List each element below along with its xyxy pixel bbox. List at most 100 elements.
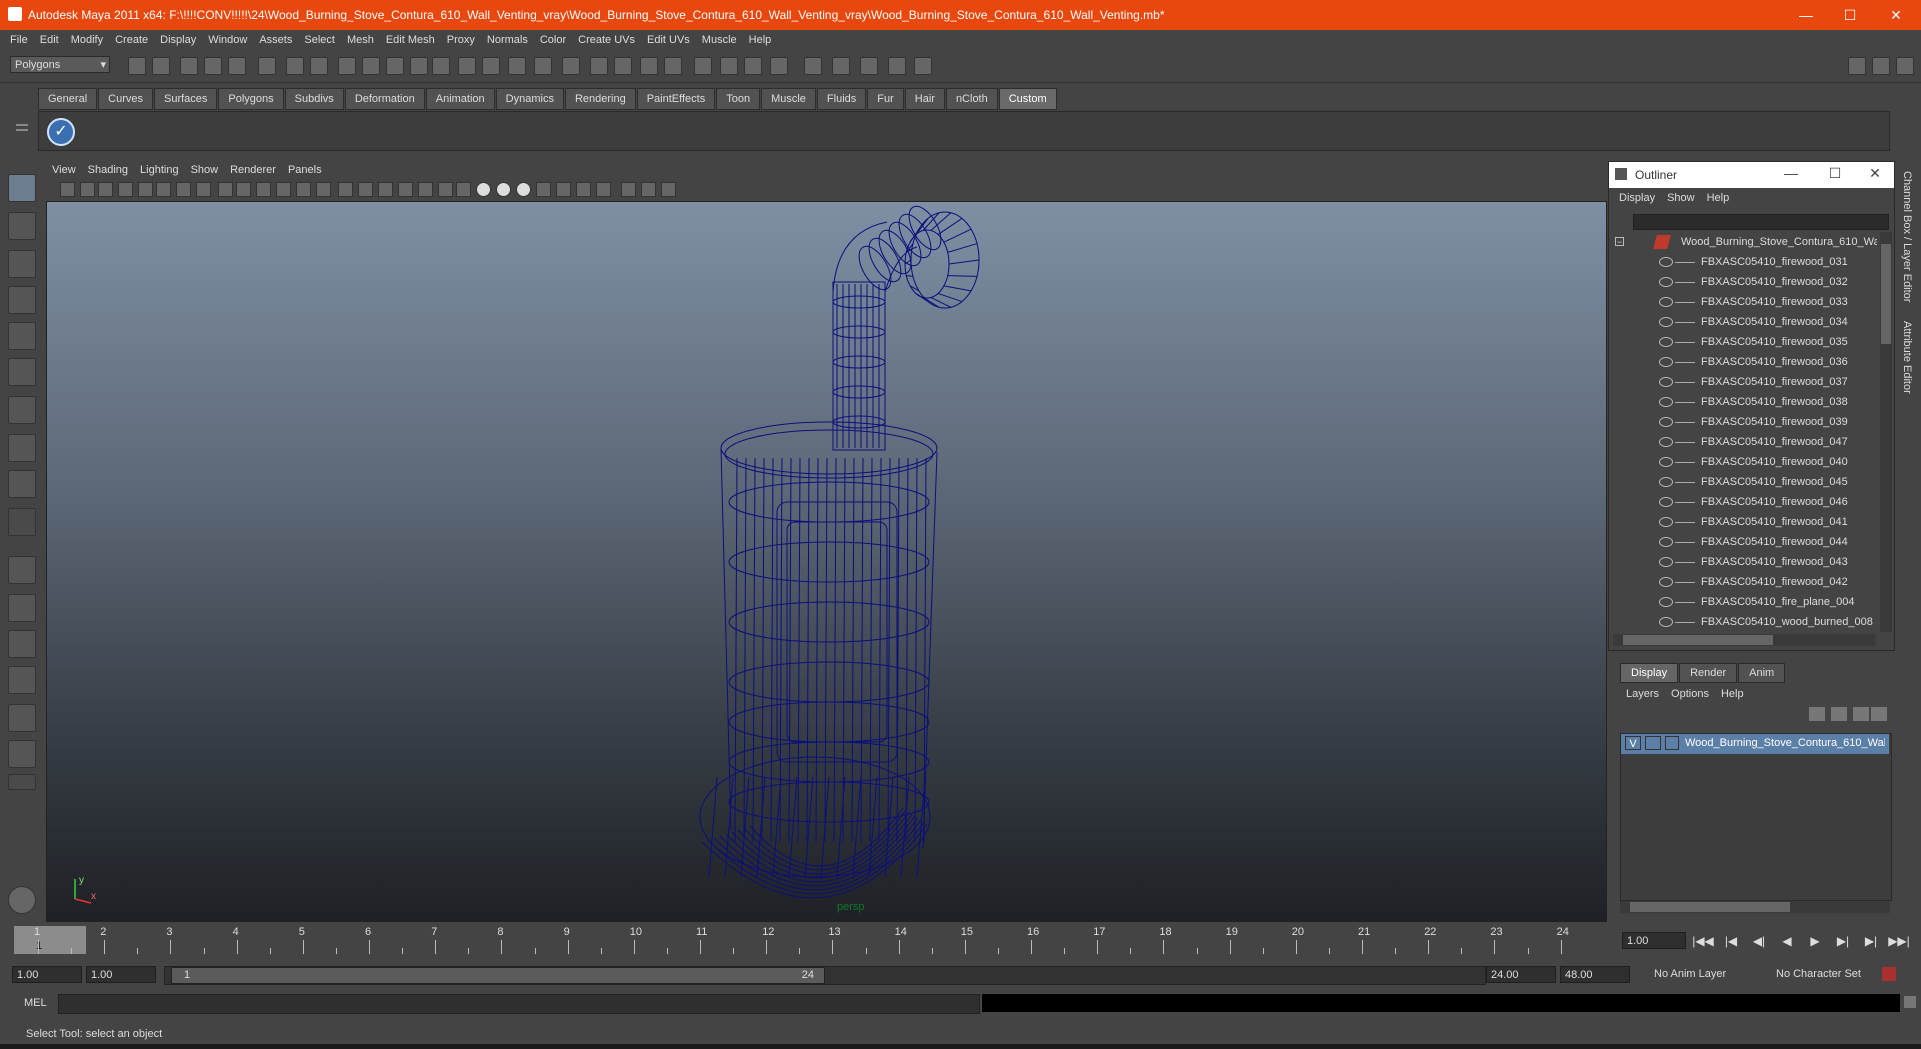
display-render-icon[interactable] bbox=[804, 57, 822, 75]
outliner-item[interactable]: FBXASC05410_firewood_043 bbox=[1609, 552, 1877, 572]
viewport-menu-lighting[interactable]: Lighting bbox=[134, 161, 185, 179]
layer-tab-display[interactable]: Display bbox=[1620, 663, 1679, 683]
soft-mod-tool-icon[interactable] bbox=[8, 434, 36, 462]
viewport-option-icon[interactable] bbox=[218, 182, 233, 197]
viewport-option-icon[interactable] bbox=[156, 182, 171, 197]
layer-menu-layers[interactable]: Layers bbox=[1620, 685, 1665, 703]
tool-settings-icon[interactable] bbox=[720, 57, 738, 75]
layer-display-type-toggle[interactable] bbox=[1645, 736, 1661, 750]
select-object-icon[interactable] bbox=[228, 57, 246, 75]
make-live-icon[interactable] bbox=[410, 57, 428, 75]
show-hide-icon[interactable] bbox=[640, 57, 658, 75]
channel-box-toggle-icon[interactable] bbox=[664, 57, 682, 75]
shelf-tab-dynamics[interactable]: Dynamics bbox=[495, 88, 564, 110]
four-view-layout-icon[interactable] bbox=[8, 594, 36, 622]
outliner-item[interactable]: FBXASC05410_wood_burned_008 bbox=[1609, 612, 1877, 632]
outliner-item[interactable]: FBXASC05410_firewood_046 bbox=[1609, 492, 1877, 512]
manipulator-tool-icon[interactable] bbox=[8, 396, 36, 424]
viewport-option-icon[interactable] bbox=[316, 182, 331, 197]
snap-curve-icon[interactable] bbox=[338, 57, 356, 75]
viewport-option-icon[interactable] bbox=[256, 182, 271, 197]
menu-display[interactable]: Display bbox=[154, 30, 202, 50]
render-settings-toolbar-icon[interactable] bbox=[590, 57, 608, 75]
auto-key-icon[interactable] bbox=[1882, 967, 1896, 981]
attribute-panel-icon[interactable] bbox=[1872, 57, 1890, 75]
menu-proxy[interactable]: Proxy bbox=[441, 30, 481, 50]
layer-visibility-toggle[interactable]: V bbox=[1625, 736, 1641, 750]
menu-help[interactable]: Help bbox=[743, 30, 778, 50]
menu-assets[interactable]: Assets bbox=[253, 30, 298, 50]
shelf-tab-polygons[interactable]: Polygons bbox=[218, 88, 284, 110]
viewport-option-icon[interactable] bbox=[138, 182, 153, 197]
hypershade-layout-icon[interactable] bbox=[8, 704, 36, 732]
layer-menu-help[interactable]: Help bbox=[1715, 685, 1750, 703]
viewport-menu-show[interactable]: Show bbox=[185, 161, 225, 179]
outliner-item[interactable]: FBXASC05410_firewood_034 bbox=[1609, 312, 1877, 332]
viewport-option-icon[interactable] bbox=[621, 182, 636, 197]
viewport-option-icon[interactable] bbox=[80, 182, 95, 197]
shelf-tab-subdivs[interactable]: Subdivs bbox=[284, 88, 344, 110]
shelf-tab-fluids[interactable]: Fluids bbox=[816, 88, 867, 110]
close-button[interactable]: ✕ bbox=[1874, 0, 1918, 30]
input-ops-icon[interactable] bbox=[458, 57, 476, 75]
menu-modify[interactable]: Modify bbox=[65, 30, 109, 50]
outliner-item[interactable]: FBXASC05410_firewood_036 bbox=[1609, 352, 1877, 372]
pivot-icon[interactable] bbox=[914, 57, 932, 75]
outliner-item[interactable]: FBXASC05410_firewood_047 bbox=[1609, 432, 1877, 452]
menu-muscle[interactable]: Muscle bbox=[696, 30, 743, 50]
persp-outliner-layout-icon[interactable] bbox=[8, 630, 36, 658]
single-perspective-layout-icon[interactable] bbox=[8, 556, 36, 584]
snap-plane-icon[interactable] bbox=[386, 57, 404, 75]
outliner-item[interactable]: FBXASC05410_firewood_032 bbox=[1609, 272, 1877, 292]
layer-tab-anim[interactable]: Anim bbox=[1738, 663, 1786, 683]
outliner-root-row[interactable]: − Wood_Burning_Stove_Contura_610_Wall_Ve… bbox=[1609, 232, 1877, 252]
viewport-option-icon[interactable] bbox=[276, 182, 291, 197]
shelf-tab-deformation[interactable]: Deformation bbox=[344, 88, 425, 110]
render-view-icon[interactable] bbox=[832, 57, 850, 75]
attribute-editor-tab[interactable]: Attribute Editor bbox=[1901, 321, 1913, 394]
outliner-item[interactable]: FBXASC05410_firewood_033 bbox=[1609, 292, 1877, 312]
move-tool-icon[interactable] bbox=[8, 286, 36, 314]
viewport-menu-renderer[interactable]: Renderer bbox=[224, 161, 282, 179]
step-forward-frame-button[interactable]: ▶| bbox=[1860, 932, 1882, 950]
checkmark-shelf-icon[interactable]: ✓ bbox=[47, 118, 75, 146]
shelf-tab-rendering[interactable]: Rendering bbox=[564, 88, 636, 110]
shelf-tab-toon[interactable]: Toon bbox=[716, 88, 761, 110]
outliner-item[interactable]: FBXASC05410_firewood_038 bbox=[1609, 392, 1877, 412]
menu-select[interactable]: Select bbox=[298, 30, 341, 50]
save-scene-icon[interactable] bbox=[180, 57, 198, 75]
outliner-horizontal-scrollbar[interactable] bbox=[1613, 634, 1875, 646]
hypershade-icon[interactable] bbox=[614, 57, 632, 75]
viewport-option-icon[interactable] bbox=[60, 182, 75, 197]
viewport-option-icon[interactable] bbox=[556, 182, 571, 197]
maximize-button[interactable]: ☐ bbox=[1828, 0, 1872, 30]
viewport-option-icon[interactable] bbox=[338, 182, 353, 197]
layer-editor-toggle-icon[interactable] bbox=[744, 57, 762, 75]
create-empty-layer-icon[interactable] bbox=[1871, 707, 1887, 721]
history-icon[interactable] bbox=[482, 57, 500, 75]
shelf-tab-curves[interactable]: Curves bbox=[98, 88, 153, 110]
attribute-editor-toggle-icon[interactable] bbox=[694, 57, 712, 75]
viewport-option-icon[interactable] bbox=[438, 182, 453, 197]
new-layer-icon[interactable] bbox=[1809, 707, 1825, 721]
outliner-vertical-scrollbar[interactable] bbox=[1880, 232, 1892, 632]
current-time-field[interactable]: 1.00 bbox=[1622, 932, 1686, 949]
viewport-option-icon[interactable] bbox=[296, 182, 311, 197]
outliner-item[interactable]: FBXASC05410_firewood_042 bbox=[1609, 572, 1877, 592]
viewport-option-icon[interactable] bbox=[476, 182, 491, 197]
go-to-start-button[interactable]: |◀◀ bbox=[1692, 932, 1714, 950]
animation-end-time-field[interactable]: 48.00 bbox=[1560, 966, 1630, 983]
mel-command-input[interactable] bbox=[58, 994, 980, 1014]
viewport-option-icon[interactable] bbox=[516, 182, 531, 197]
outliner-item[interactable]: FBXASC05410_firewood_040 bbox=[1609, 452, 1877, 472]
viewport-option-icon[interactable] bbox=[236, 182, 251, 197]
render-frame-icon[interactable] bbox=[534, 57, 552, 75]
perspective-viewport[interactable]: y x persp bbox=[46, 201, 1607, 922]
outliner-maximize-button[interactable]: ☐ bbox=[1815, 165, 1855, 182]
snap-together-icon[interactable] bbox=[770, 57, 788, 75]
outliner-filter-input[interactable] bbox=[1633, 214, 1889, 230]
outliner-item[interactable]: FBXASC05410_firewood_045 bbox=[1609, 472, 1877, 492]
scale-tool-icon[interactable] bbox=[8, 358, 36, 386]
channel-box-tab[interactable]: Channel Box / Layer Editor bbox=[1901, 171, 1913, 302]
shelf-tab-general[interactable]: General bbox=[38, 88, 98, 110]
